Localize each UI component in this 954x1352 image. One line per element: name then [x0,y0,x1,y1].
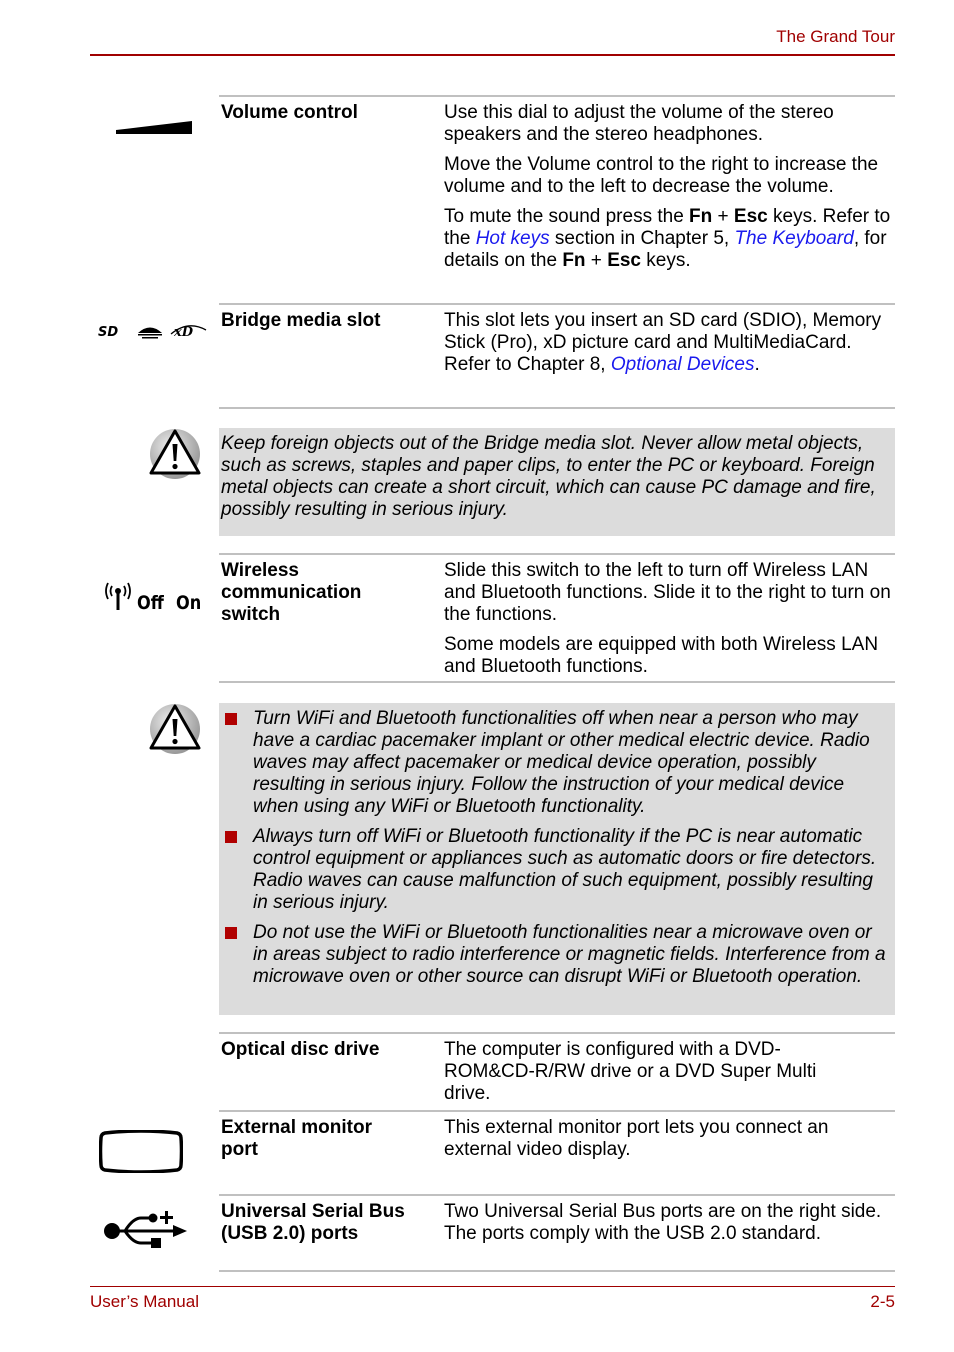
volume-desc-3: To mute the sound press the Fn + Esc key… [444,206,894,272]
term-bridge-media-slot: Bridge media slot [221,310,381,331]
footer-rule [90,1286,895,1287]
volume-control-row: Volume control Use this dial to adjust t… [219,95,895,304]
usb-desc: Two Universal Serial Bus ports are on th… [444,1201,882,1244]
monitor-port-icon [99,1130,183,1173]
usb-ports-row: Universal Serial Bus (USB 2.0) ports Two… [219,1194,895,1272]
svg-text:SD: SD [98,325,118,340]
term-external-monitor: External monitor port [221,1117,372,1160]
desc-volume-control: Use this dial to adjust the volume of th… [444,102,894,280]
wireless-switch-row: Wireless communication switch Slide this… [219,553,895,683]
bridge-media-row: Bridge media slot This slot lets you ins… [219,303,895,409]
wireless-desc-1: Slide this switch to the left to turn of… [444,560,891,625]
bridge-desc: This slot lets you insert an SD card (SD… [444,310,894,376]
volume-wedge-icon [116,121,192,134]
warning-item-text: Always turn off WiFi or Bluetooth functi… [253,826,877,913]
external-monitor-row: External monitor port This external moni… [219,1110,895,1196]
warning-item-text: Turn WiFi and Bluetooth functionalities … [253,708,870,817]
key-esc: Esc [607,250,641,271]
desc-usb-ports: Two Universal Serial Bus ports are on th… [444,1201,894,1253]
memory-card-logos-icon: SD xD [98,325,207,340]
desc-wireless-switch: Slide this switch to the left to turn of… [444,560,894,686]
table-rule [219,1270,895,1272]
warning-item: Do not use the WiFi or Bluetooth functio… [221,922,889,988]
warning-item: Turn WiFi and Bluetooth functionalities … [221,708,889,818]
table-rule [219,681,895,683]
bullet-square-icon [225,713,237,725]
text: + [712,206,734,227]
term-usb-ports: Universal Serial Bus (USB 2.0) ports [221,1201,405,1244]
text: section in Chapter 5, [549,228,735,249]
warning-item-text: Do not use the WiFi or Bluetooth functio… [253,922,886,987]
text: + [585,250,608,271]
text: keys. [641,250,691,271]
switch-on-label: On [176,592,202,614]
desc-external-monitor: This external monitor port lets you conn… [444,1117,894,1169]
wireless-antenna-icon [105,582,131,610]
optional-devices-link[interactable]: Optional Devices [611,354,755,375]
monitor-desc: This external monitor port lets you conn… [444,1117,829,1160]
manual-title: User’s Manual [90,1292,199,1311]
hot-keys-link[interactable]: Hot keys [476,228,550,249]
key-fn: Fn [689,206,713,227]
header-rule [90,54,895,56]
key-esc: Esc [733,206,768,227]
term-wireless-switch: Wireless communication switch [221,560,362,625]
warning-note-bridge: Keep foreign objects out of the Bridge m… [219,428,895,536]
chapter-title: The Grand Tour [776,27,895,46]
warning-icon [149,429,201,479]
usb-icon [104,1211,187,1248]
the-keyboard-link[interactable]: The Keyboard [734,228,853,249]
page-number: 2-5 [870,1292,895,1311]
optical-desc: The computer is configured with a DVD-RO… [444,1039,817,1104]
warning-item: Always turn off WiFi or Bluetooth functi… [221,826,889,914]
bullet-square-icon [225,831,237,843]
optical-drive-row: Optical disc drive The computer is confi… [219,1032,895,1112]
volume-desc-2: Move the Volume control to the right to … [444,154,879,197]
key-fn: Fn [562,250,586,271]
desc-bridge-media-slot: This slot lets you insert an SD card (SD… [444,310,894,384]
text: To mute the sound press the [444,206,690,227]
bullet-square-icon [225,927,237,939]
table-rule [219,407,895,409]
term-volume-control: Volume control [221,102,358,123]
warning-icon [149,704,201,754]
warning-note-wireless: Turn WiFi and Bluetooth functionalities … [219,703,895,1015]
term-optical-drive: Optical disc drive [221,1039,380,1060]
volume-desc-1: Use this dial to adjust the volume of th… [444,102,834,145]
wireless-desc-2: Some models are equipped with both Wirel… [444,634,879,677]
warning-text: Keep foreign objects out of the Bridge m… [221,433,876,520]
switch-off-label: Off [137,592,164,614]
warning-list: Turn WiFi and Bluetooth functionalities … [219,703,895,988]
text: . [754,354,760,375]
desc-optical-drive: The computer is configured with a DVD-RO… [444,1039,854,1113]
